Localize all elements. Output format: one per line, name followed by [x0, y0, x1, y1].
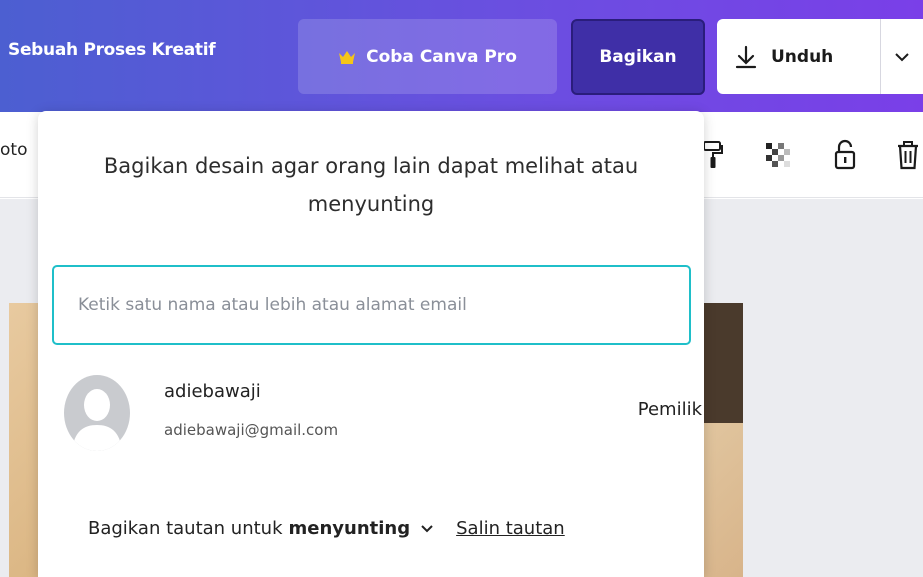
try-canva-pro-label: Coba Canva Pro	[366, 46, 517, 67]
transparency-icon[interactable]	[763, 138, 793, 172]
lock-icon[interactable]	[830, 138, 860, 172]
member-email: adiebawaji@gmail.com	[164, 421, 339, 439]
member-role: Pemilik	[637, 399, 702, 420]
chevron-down-icon[interactable]	[420, 524, 434, 533]
share-popover: Bagikan desain agar orang lain dapat mel…	[38, 111, 704, 577]
artwork-dark-element	[703, 303, 743, 423]
chevron-down-icon	[895, 52, 909, 61]
link-permission-dropdown[interactable]: menyunting	[289, 518, 411, 539]
share-button[interactable]: Bagikan	[571, 19, 705, 95]
member-row: adiebawaji adiebawaji@gmail.com Pemilik	[64, 373, 702, 453]
share-link-prefix: Bagikan tautan untuk	[88, 518, 283, 539]
crown-icon	[339, 50, 356, 64]
top-bar: Sebuah Proses Kreatif Coba Canva Pro Bag…	[0, 0, 923, 112]
download-options-button[interactable]	[881, 19, 923, 94]
download-icon	[735, 45, 757, 68]
member-name: adiebawaji	[164, 381, 261, 402]
try-canva-pro-button[interactable]: Coba Canva Pro	[298, 19, 557, 94]
toolbar-photo-label[interactable]: oto	[0, 140, 27, 160]
avatar	[64, 375, 130, 451]
download-button[interactable]: Unduh	[717, 19, 880, 94]
download-button-group: Unduh	[717, 19, 923, 94]
share-recipient-input[interactable]	[52, 265, 691, 345]
trash-icon[interactable]	[893, 138, 923, 172]
share-popover-title: Bagikan desain agar orang lain dapat mel…	[103, 154, 639, 216]
share-link-row: Bagikan tautan untuk menyunting Salin ta…	[88, 518, 565, 539]
download-label: Unduh	[771, 46, 834, 67]
share-button-label: Bagikan	[599, 47, 677, 67]
document-title[interactable]: Sebuah Proses Kreatif	[8, 40, 216, 60]
copy-link-button[interactable]: Salin tautan	[456, 518, 565, 539]
